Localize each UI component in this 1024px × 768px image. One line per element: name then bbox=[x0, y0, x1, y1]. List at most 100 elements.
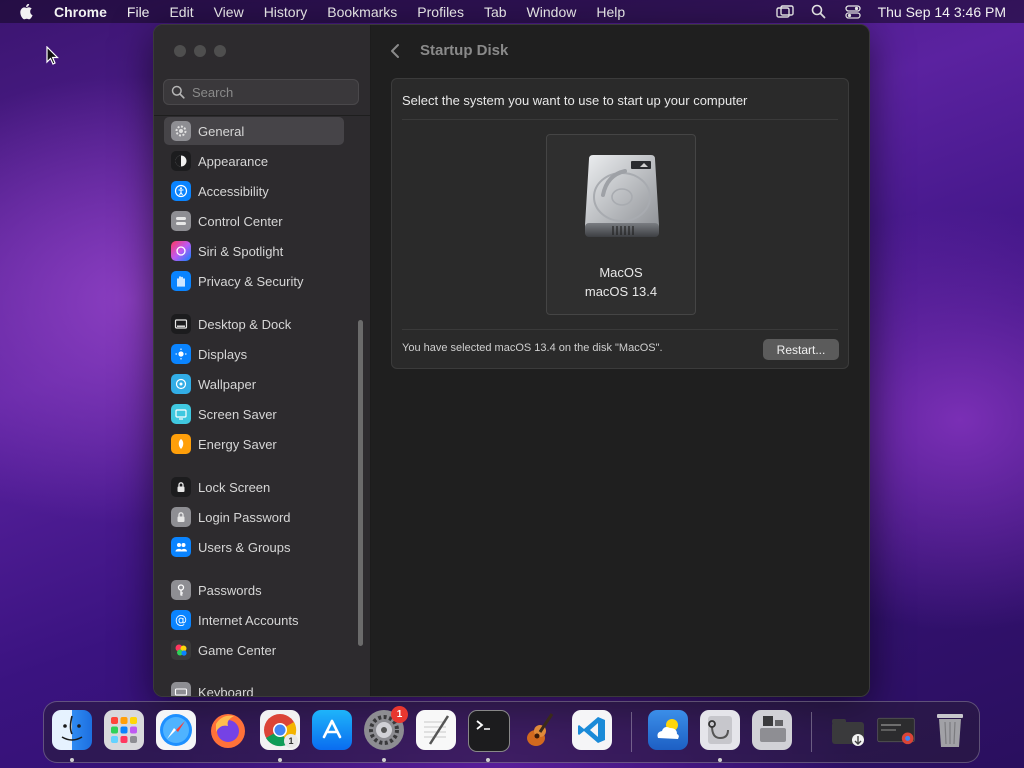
sidebar-item-label: Users & Groups bbox=[198, 539, 291, 555]
sidebar-item-general[interactable]: General bbox=[164, 117, 344, 145]
key-icon bbox=[171, 580, 191, 600]
sidebar-item-displays[interactable]: Displays bbox=[164, 340, 344, 368]
menu-profiles[interactable]: Profiles bbox=[417, 4, 464, 20]
window-controls bbox=[174, 45, 226, 57]
textedit-icon[interactable] bbox=[416, 710, 456, 750]
displays-icon bbox=[171, 344, 191, 364]
apple-menu-icon[interactable] bbox=[19, 3, 35, 20]
disk-utility-icon[interactable] bbox=[700, 710, 740, 750]
sidebar-item-energy-saver[interactable]: Energy Saver bbox=[164, 430, 344, 458]
sidebar-item-label: Appearance bbox=[198, 153, 269, 169]
sidebar-item-keyboard[interactable]: Keyboard bbox=[164, 678, 344, 696]
sidebar-item-desktop-dock[interactable]: Desktop & Dock bbox=[164, 310, 344, 338]
vscode-icon[interactable] bbox=[572, 710, 612, 750]
sidebar-item-lock-screen[interactable]: Lock Screen bbox=[164, 473, 344, 501]
search-input[interactable] bbox=[192, 84, 352, 100]
login-password-icon bbox=[171, 507, 191, 527]
menu-tab[interactable]: Tab bbox=[484, 4, 507, 20]
terminal-icon[interactable] bbox=[468, 710, 510, 752]
menu-history[interactable]: History bbox=[264, 4, 308, 20]
running-indicator bbox=[278, 758, 282, 762]
close-window-button[interactable] bbox=[174, 45, 186, 57]
hard-drive-icon bbox=[579, 153, 665, 241]
sidebar-item-label: Energy Saver bbox=[198, 436, 277, 452]
sidebar-item-label: Login Password bbox=[198, 509, 291, 525]
sidebar-item-label: Game Center bbox=[198, 642, 277, 658]
sidebar-item-game-center[interactable]: Game Center bbox=[164, 636, 344, 664]
divider bbox=[402, 119, 838, 120]
sidebar-item-label: Siri & Spotlight bbox=[198, 243, 284, 259]
sidebar-item-label: Accessibility bbox=[198, 183, 269, 199]
firefox-icon[interactable] bbox=[208, 710, 248, 750]
downloads-folder-icon[interactable] bbox=[828, 710, 868, 750]
sidebar-item-label: Displays bbox=[198, 346, 248, 362]
hand-icon bbox=[171, 271, 191, 291]
system-settings-window: General Appearance Accessibility Control… bbox=[153, 24, 870, 697]
sidebar-item-label: Desktop & Dock bbox=[198, 316, 292, 332]
restart-button[interactable]: Restart... bbox=[763, 339, 839, 360]
sidebar-item-passwords[interactable]: Passwords bbox=[164, 576, 344, 604]
back-chevron-icon[interactable] bbox=[390, 42, 404, 60]
sidebar-item-users-groups[interactable]: Users & Groups bbox=[164, 533, 344, 561]
at-icon: @ bbox=[171, 610, 191, 630]
finder-icon[interactable] bbox=[52, 710, 92, 750]
sidebar-item-wallpaper[interactable]: Wallpaper bbox=[164, 370, 344, 398]
search-field[interactable] bbox=[163, 79, 359, 105]
accessibility-icon bbox=[171, 181, 191, 201]
disk-version: macOS 13.4 bbox=[584, 284, 658, 299]
dock-separator bbox=[811, 712, 812, 752]
control-center-icon[interactable] bbox=[844, 3, 862, 21]
weather-icon[interactable] bbox=[648, 710, 688, 750]
sidebar-item-login-password[interactable]: Login Password bbox=[164, 503, 344, 531]
menu-edit[interactable]: Edit bbox=[169, 4, 193, 20]
main-content: Startup Disk Select the system you want … bbox=[371, 25, 869, 696]
menu-file[interactable]: File bbox=[127, 4, 150, 20]
trash-icon[interactable] bbox=[930, 710, 970, 750]
energy-saver-icon bbox=[171, 434, 191, 454]
wallpaper-icon bbox=[171, 374, 191, 394]
launchpad-icon[interactable] bbox=[104, 710, 144, 750]
sidebar-item-accessibility[interactable]: Accessibility bbox=[164, 177, 344, 205]
menu-help[interactable]: Help bbox=[596, 4, 625, 20]
search-icon bbox=[171, 85, 185, 99]
gear-icon bbox=[171, 121, 191, 141]
menu-clock[interactable]: Thu Sep 14 3:46 PM bbox=[878, 4, 1006, 20]
minimize-window-button[interactable] bbox=[194, 45, 206, 57]
sidebar-item-siri-spotlight[interactable]: Siri & Spotlight bbox=[164, 237, 344, 265]
menu-app-name[interactable]: Chrome bbox=[54, 4, 107, 20]
sidebar: General Appearance Accessibility Control… bbox=[154, 25, 371, 696]
siri-icon bbox=[171, 241, 191, 261]
bootcamp-icon[interactable] bbox=[752, 710, 792, 750]
chrome-badge: 1 bbox=[284, 734, 298, 748]
startup-disk-option[interactable]: MacOS macOS 13.4 bbox=[546, 134, 696, 315]
garageband-icon[interactable] bbox=[520, 710, 560, 750]
sidebar-item-label: Passwords bbox=[198, 582, 262, 598]
sidebar-item-label: Control Center bbox=[198, 213, 283, 229]
sidebar-item-label: General bbox=[198, 123, 245, 139]
settings-list: General Appearance Accessibility Control… bbox=[154, 116, 370, 696]
running-indicator bbox=[486, 758, 490, 762]
chrome-window-icon[interactable] bbox=[876, 710, 916, 750]
app-store-icon[interactable] bbox=[312, 710, 352, 750]
panel-heading: Select the system you want to use to sta… bbox=[402, 93, 748, 108]
sidebar-item-label: Privacy & Security bbox=[198, 273, 304, 289]
sidebar-item-control-center[interactable]: Control Center bbox=[164, 207, 344, 235]
sidebar-item-privacy-security[interactable]: Privacy & Security bbox=[164, 267, 344, 295]
sidebar-item-internet-accounts[interactable]: @ Internet Accounts bbox=[164, 606, 344, 634]
running-indicator bbox=[718, 758, 722, 762]
menu-view[interactable]: View bbox=[214, 4, 244, 20]
sidebar-scrollbar[interactable] bbox=[358, 320, 363, 646]
system-settings-badge: 1 bbox=[391, 706, 408, 723]
spotlight-search-icon[interactable] bbox=[810, 3, 828, 21]
menu-window[interactable]: Window bbox=[527, 4, 577, 20]
zoom-window-button[interactable] bbox=[214, 45, 226, 57]
safari-icon[interactable] bbox=[156, 710, 196, 750]
sidebar-item-appearance[interactable]: Appearance bbox=[164, 147, 344, 175]
sidebar-item-screen-saver[interactable]: Screen Saver bbox=[164, 400, 344, 428]
users-icon bbox=[171, 537, 191, 557]
sidebar-item-label: Keyboard bbox=[198, 684, 254, 697]
lock-icon bbox=[171, 477, 191, 497]
menu-bookmarks[interactable]: Bookmarks bbox=[327, 4, 397, 20]
screen-mirroring-icon[interactable] bbox=[775, 3, 794, 21]
selection-status: You have selected macOS 13.4 on the disk… bbox=[402, 342, 663, 354]
